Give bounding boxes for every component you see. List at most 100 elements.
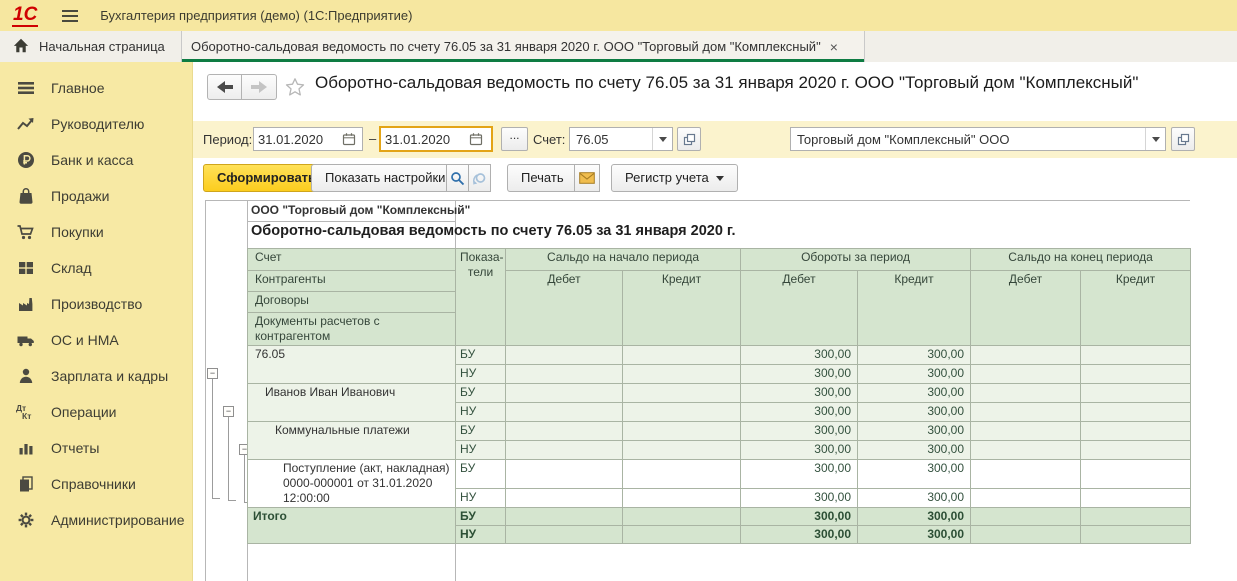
value-cell[interactable]: 300,00 xyxy=(741,384,858,403)
indicator-cell[interactable]: БУ xyxy=(456,422,506,441)
value-cell[interactable] xyxy=(623,489,741,508)
indicator-cell[interactable]: БУ xyxy=(456,384,506,403)
value-cell[interactable] xyxy=(623,346,741,365)
sidebar-item-main[interactable]: Главное xyxy=(0,70,192,106)
value-cell[interactable] xyxy=(1081,384,1191,403)
sidebar-item-payroll-hr[interactable]: Зарплата и кадры xyxy=(0,358,192,394)
account-input[interactable] xyxy=(570,128,652,150)
organization-input[interactable] xyxy=(791,128,1145,150)
value-cell[interactable] xyxy=(971,526,1081,544)
calendar-icon[interactable] xyxy=(465,128,487,150)
value-cell[interactable]: 300,00 xyxy=(858,422,971,441)
period-more-button[interactable]: ... xyxy=(501,127,528,151)
value-cell[interactable] xyxy=(506,508,623,526)
sidebar-item-administration[interactable]: Администрирование xyxy=(0,502,192,538)
value-cell[interactable]: 300,00 xyxy=(858,365,971,384)
main-menu-icon[interactable] xyxy=(62,10,78,22)
value-cell[interactable] xyxy=(1081,403,1191,422)
value-cell[interactable] xyxy=(506,365,623,384)
value-cell[interactable]: 300,00 xyxy=(858,346,971,365)
value-cell[interactable] xyxy=(971,508,1081,526)
sidebar-item-bank-cash[interactable]: Банк и касса xyxy=(0,142,192,178)
tree-collapse-level1[interactable]: − xyxy=(207,368,218,379)
favorite-star-icon[interactable] xyxy=(285,77,305,102)
indicator-cell[interactable]: НУ xyxy=(456,489,506,508)
value-cell[interactable] xyxy=(506,346,623,365)
value-cell[interactable] xyxy=(1081,489,1191,508)
value-cell[interactable] xyxy=(506,422,623,441)
value-cell[interactable] xyxy=(971,365,1081,384)
value-cell[interactable]: 300,00 xyxy=(858,441,971,460)
value-cell[interactable] xyxy=(506,460,623,489)
value-cell[interactable] xyxy=(623,508,741,526)
sidebar-item-fixed-assets[interactable]: ОС и НМА xyxy=(0,322,192,358)
value-cell[interactable] xyxy=(623,422,741,441)
print-button[interactable]: Печать xyxy=(507,164,578,192)
value-cell[interactable]: 300,00 xyxy=(741,489,858,508)
row-label-counterparty[interactable]: Иванов Иван Иванович xyxy=(248,384,456,422)
value-cell[interactable] xyxy=(623,441,741,460)
value-cell[interactable] xyxy=(623,384,741,403)
register-menu-button[interactable]: Регистр учета xyxy=(611,164,738,192)
value-cell[interactable] xyxy=(506,403,623,422)
tree-collapse-level2[interactable]: − xyxy=(223,406,234,417)
value-cell[interactable] xyxy=(623,365,741,384)
account-open-button[interactable] xyxy=(677,127,701,151)
value-cell[interactable] xyxy=(971,441,1081,460)
organization-open-button[interactable] xyxy=(1171,127,1195,151)
indicator-cell[interactable]: НУ xyxy=(456,441,506,460)
organization-dropdown-button[interactable] xyxy=(1145,128,1165,150)
value-cell[interactable] xyxy=(1081,508,1191,526)
sidebar-item-directories[interactable]: Справочники xyxy=(0,466,192,502)
value-cell[interactable] xyxy=(971,403,1081,422)
indicator-cell[interactable]: НУ xyxy=(456,526,506,544)
sidebar-item-sales[interactable]: Продажи xyxy=(0,178,192,214)
account-dropdown-button[interactable] xyxy=(652,128,672,150)
value-cell[interactable] xyxy=(971,346,1081,365)
value-cell[interactable]: 300,00 xyxy=(741,422,858,441)
indicator-cell[interactable]: БУ xyxy=(456,460,506,489)
sidebar-item-purchases[interactable]: Покупки xyxy=(0,214,192,250)
period-from-input[interactable] xyxy=(254,128,338,150)
value-cell[interactable] xyxy=(623,460,741,489)
value-cell[interactable] xyxy=(506,526,623,544)
value-cell[interactable] xyxy=(506,384,623,403)
value-cell[interactable]: 300,00 xyxy=(858,489,971,508)
value-cell[interactable] xyxy=(971,460,1081,489)
value-cell[interactable]: 300,00 xyxy=(741,441,858,460)
sidebar-item-reports[interactable]: Отчеты xyxy=(0,430,192,466)
value-cell[interactable] xyxy=(623,526,741,544)
indicator-cell[interactable]: НУ xyxy=(456,365,506,384)
sidebar-item-warehouse[interactable]: Склад xyxy=(0,250,192,286)
value-cell[interactable] xyxy=(971,384,1081,403)
value-cell[interactable]: 300,00 xyxy=(858,526,971,544)
value-cell[interactable]: 300,00 xyxy=(741,346,858,365)
email-button[interactable] xyxy=(574,164,600,192)
indicator-cell[interactable]: НУ xyxy=(456,403,506,422)
value-cell[interactable]: 300,00 xyxy=(741,526,858,544)
tab-close-icon[interactable]: × xyxy=(830,39,838,55)
tab-home[interactable]: Начальная страница xyxy=(0,31,182,62)
value-cell[interactable]: 300,00 xyxy=(858,403,971,422)
value-cell[interactable] xyxy=(623,403,741,422)
indicator-cell[interactable]: БУ xyxy=(456,508,506,526)
search-button[interactable] xyxy=(446,164,469,192)
period-to-input[interactable] xyxy=(381,128,465,150)
row-label-document[interactable]: Поступление (акт, накладная) 0000-000001… xyxy=(248,460,456,508)
back-button[interactable] xyxy=(207,74,242,100)
value-cell[interactable]: 300,00 xyxy=(741,403,858,422)
tab-report-active[interactable]: Оборотно-сальдовая ведомость по счету 76… xyxy=(182,31,865,62)
row-label-account[interactable]: 76.05 xyxy=(248,346,456,384)
row-label-total[interactable]: Итого xyxy=(248,508,456,544)
sidebar-item-production[interactable]: Производство xyxy=(0,286,192,322)
value-cell[interactable]: 300,00 xyxy=(858,508,971,526)
value-cell[interactable] xyxy=(506,489,623,508)
value-cell[interactable] xyxy=(1081,460,1191,489)
sidebar-item-manager[interactable]: Руководителю xyxy=(0,106,192,142)
value-cell[interactable] xyxy=(1081,526,1191,544)
value-cell[interactable] xyxy=(971,489,1081,508)
value-cell[interactable]: 300,00 xyxy=(741,508,858,526)
value-cell[interactable]: 300,00 xyxy=(858,384,971,403)
calendar-icon[interactable] xyxy=(338,128,360,150)
row-label-contract[interactable]: Коммунальные платежи xyxy=(248,422,456,460)
